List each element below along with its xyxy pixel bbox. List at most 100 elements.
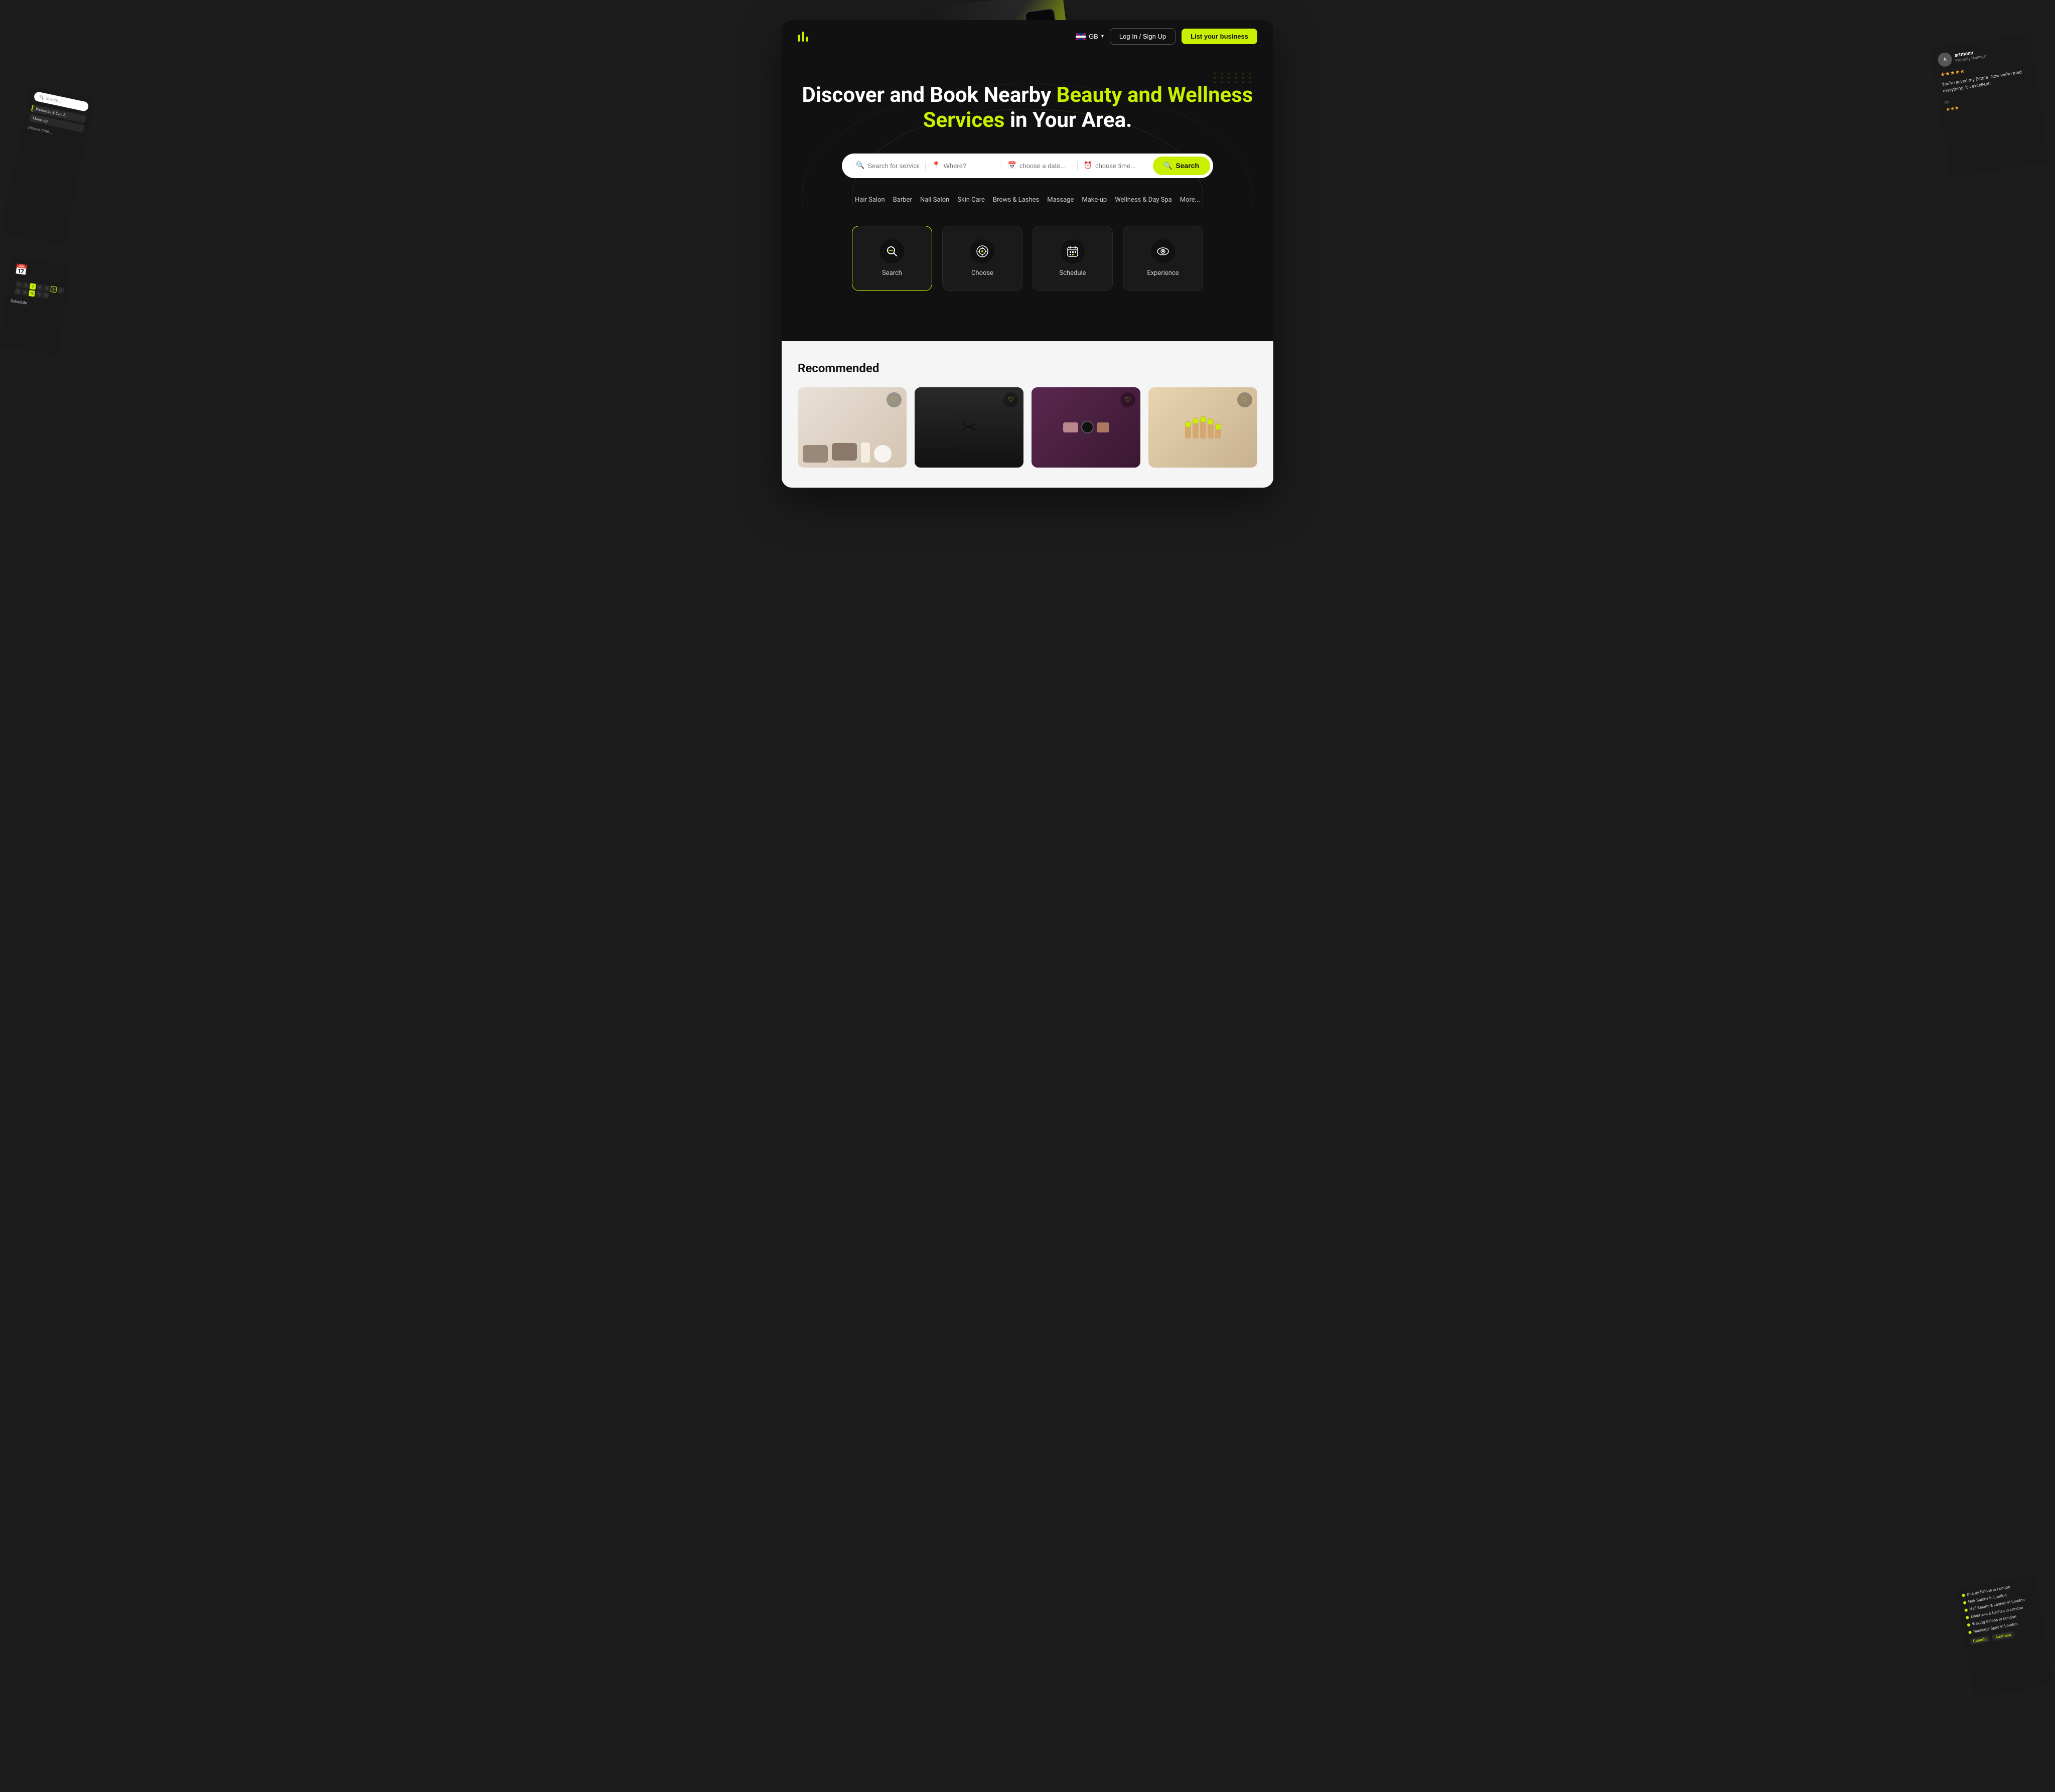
- mirror: [1081, 421, 1094, 433]
- rec-card-nails[interactable]: ♡: [1148, 387, 1257, 468]
- rec-card-image-nails: ♡: [1148, 387, 1257, 468]
- cal-day: 12: [42, 292, 49, 299]
- finger-3: [1200, 416, 1206, 438]
- category-massage[interactable]: Massage: [1047, 194, 1074, 206]
- location-icon: 📍: [932, 162, 940, 170]
- recommended-grid: ♡ ✂ ♡: [798, 387, 1257, 468]
- candle-1: [861, 442, 870, 463]
- recommended-section: Recommended ♡: [782, 341, 1273, 488]
- chevron-down-icon: ▾: [1101, 34, 1104, 39]
- deco-review-card: A artmann Property Manager ★★★★★ You've …: [1930, 33, 2049, 178]
- feature-search-label: Search: [882, 269, 902, 277]
- category-skin-care[interactable]: Skin Care: [957, 194, 985, 206]
- category-makeup[interactable]: Make-up: [1082, 194, 1107, 206]
- feature-schedule-icon: [1061, 239, 1085, 263]
- time-field: ⏰: [1078, 162, 1153, 170]
- hero-section: Discover and Book Nearby Beauty and Well…: [782, 53, 1273, 341]
- feature-card-schedule[interactable]: Schedule: [1033, 226, 1113, 291]
- country-tag-canada: Canada: [1970, 1635, 1990, 1645]
- nav-right: GB ▾ Log In / Sign Up List your business: [1076, 28, 1257, 45]
- navbar: GB ▾ Log In / Sign Up List your business: [782, 20, 1273, 53]
- country-tag-australia: Australia: [1992, 1631, 2014, 1641]
- logo: [798, 32, 808, 42]
- cal-day: 9: [22, 289, 29, 296]
- feature-choose-label: Choose: [971, 269, 993, 277]
- date-input[interactable]: [1019, 162, 1071, 170]
- cal-day: 5: [43, 285, 50, 292]
- hero-title-part1: Discover and Book Nearby: [802, 83, 1057, 107]
- deco-schedule-card: 📅 1 2 3 4 5 6 7 8 9 10 11 12 Schedule: [0, 257, 71, 355]
- deco-locations-card: Beauty Salons in London Hair Salons in L…: [1956, 1575, 2054, 1698]
- service-input[interactable]: [867, 162, 919, 170]
- reviewer-avatar: A: [1937, 52, 1953, 68]
- logo-bar-1: [798, 35, 800, 42]
- feature-experience-label: Experience: [1147, 269, 1179, 277]
- hero-title-part2: in Your Area.: [1005, 108, 1132, 132]
- towel-roll-2: [832, 443, 857, 461]
- flag-icon: [1076, 33, 1086, 40]
- finger-1: [1185, 421, 1191, 438]
- search-btn-icon: 🔍: [1164, 162, 1172, 170]
- list-business-button[interactable]: List your business: [1182, 29, 1257, 44]
- feature-experience-icon: [1151, 239, 1175, 263]
- category-barber[interactable]: Barber: [893, 194, 912, 206]
- category-hair-salon[interactable]: Hair Salon: [855, 194, 885, 206]
- search-bar: 🔍 📍 📅 ⏰ 🔍 Search: [842, 154, 1213, 178]
- main-container: GB ▾ Log In / Sign Up List your business: [782, 20, 1273, 488]
- cal-day-highlight: 6: [50, 286, 57, 293]
- cal-day-active: 3: [30, 283, 37, 290]
- category-tags: Hair Salon Barber Nail Salon Skin Care B…: [798, 194, 1257, 206]
- logo-bar-3: [806, 37, 808, 42]
- recommended-title: Recommended: [798, 361, 1257, 375]
- heart-button-nails[interactable]: ♡: [1237, 392, 1252, 407]
- location-field: 📍: [926, 162, 1001, 170]
- logo-icon: [798, 32, 808, 42]
- feature-cards: Search Choose: [798, 206, 1257, 316]
- rec-card-barber[interactable]: ✂ ♡: [915, 387, 1023, 468]
- logo-bar-2: [802, 32, 804, 42]
- feature-card-choose[interactable]: Choose: [942, 226, 1022, 291]
- category-wellness[interactable]: Wellness & Day Spa: [1115, 194, 1172, 206]
- feature-card-search[interactable]: Search: [852, 226, 932, 291]
- finger-5: [1215, 423, 1221, 438]
- cal-day-active: 10: [29, 290, 36, 297]
- makeup-palette: [1063, 422, 1078, 432]
- language-selector[interactable]: GB ▾: [1076, 33, 1104, 40]
- cal-day: 2: [23, 282, 30, 289]
- service-search-field: 🔍: [850, 162, 926, 170]
- time-input[interactable]: [1095, 162, 1147, 170]
- heart-button-barber[interactable]: ♡: [1003, 392, 1018, 407]
- search-service-icon: 🔍: [856, 162, 864, 170]
- category-brows-lashes[interactable]: Brows & Lashes: [993, 194, 1039, 206]
- finger-2: [1193, 417, 1199, 438]
- feature-choose-icon: [970, 239, 994, 263]
- rec-card-makeup[interactable]: ♡: [1032, 387, 1140, 468]
- rec-card-spa[interactable]: ♡: [798, 387, 907, 468]
- deco-stars-2: ★★★: [1946, 105, 1960, 113]
- cal-day: 7: [57, 287, 64, 294]
- heart-button-spa[interactable]: ♡: [887, 392, 902, 407]
- language-label: GB: [1089, 33, 1098, 40]
- location-input[interactable]: [944, 162, 995, 170]
- cal-day: 11: [36, 291, 43, 298]
- clock-icon: ⏰: [1084, 162, 1092, 170]
- cal-day: 8: [15, 288, 22, 295]
- cal-day: 4: [36, 284, 43, 291]
- towel-roll: [803, 445, 828, 463]
- rec-card-image-spa: ♡: [798, 387, 907, 468]
- search-button[interactable]: 🔍 Search: [1153, 157, 1210, 175]
- heart-button-makeup[interactable]: ♡: [1120, 392, 1135, 407]
- feature-schedule-label: Schedule: [1059, 269, 1086, 277]
- date-field: 📅: [1001, 162, 1077, 170]
- cotton-flower: [874, 445, 892, 463]
- deco-search-card: 🔍 Search... Wellness & Day S... Make-up …: [0, 85, 95, 246]
- category-more[interactable]: More...: [1180, 194, 1200, 206]
- finger-4: [1208, 418, 1214, 438]
- category-nail-salon[interactable]: Nail Salon: [920, 194, 949, 206]
- feature-card-experience[interactable]: Experience: [1123, 226, 1203, 291]
- hero-title: Discover and Book Nearby Beauty and Well…: [798, 83, 1257, 133]
- rec-card-image-barber: ✂ ♡: [915, 387, 1023, 468]
- foundation: [1097, 422, 1109, 432]
- login-button[interactable]: Log In / Sign Up: [1110, 28, 1176, 45]
- feature-search-icon: [880, 239, 904, 263]
